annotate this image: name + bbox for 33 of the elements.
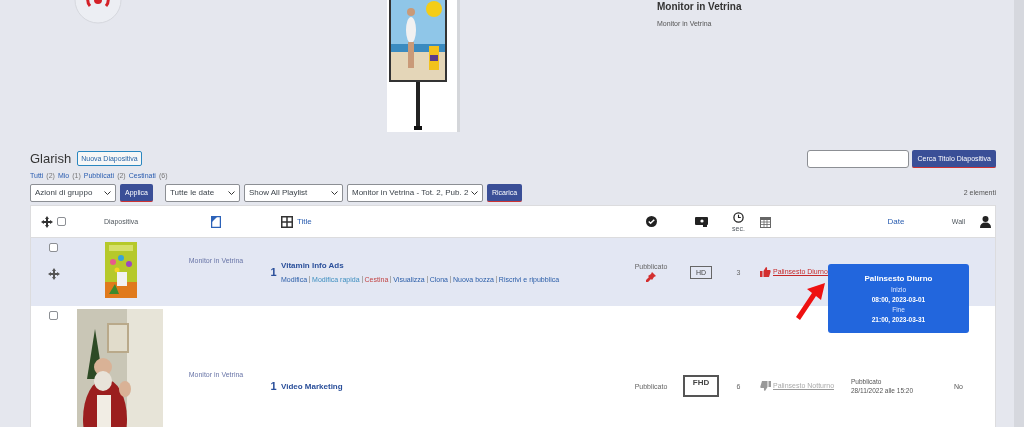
caret-icon (471, 190, 479, 195)
search-field[interactable] (807, 150, 910, 168)
preview-icon (211, 215, 221, 228)
pointer-arrow (795, 282, 827, 322)
order-number: 1 (270, 380, 277, 392)
slide-title-link[interactable]: Vitamin Info Ads (281, 261, 344, 270)
row-checkbox[interactable] (49, 243, 58, 252)
tooltip-title: Palinsesto Diurno (864, 274, 933, 283)
slide-title-link[interactable]: Video Marketing (281, 381, 343, 391)
order-number: 1 (270, 266, 277, 278)
grid-icon (281, 215, 293, 228)
resolution-badge: FHD (682, 375, 720, 397)
caret-icon (104, 190, 111, 195)
page-title: Glarish (30, 151, 72, 166)
playlist-select[interactable]: Show All Playlist (243, 183, 343, 202)
bulk-actions-select[interactable]: Azioni di gruppo (30, 183, 116, 202)
caret-icon (227, 190, 235, 195)
title-sort-link[interactable]: Title (297, 217, 312, 226)
date-sort-link[interactable]: Date (887, 217, 905, 226)
screen-icon (694, 216, 708, 227)
date-select[interactable]: Tutte le date (164, 183, 240, 202)
move-icon (41, 215, 53, 228)
caret-icon (330, 190, 338, 195)
clock-icon (733, 211, 744, 223)
select-all-checkbox[interactable] (57, 217, 66, 226)
calendar-icon (760, 215, 771, 228)
monitor-select[interactable]: Monitor in Vetrina - Tot. 2, Pub. 2 (346, 183, 483, 202)
user-icon (980, 215, 991, 228)
row-checkbox[interactable] (49, 311, 58, 320)
monitor-title: Monitor in Vetrina (657, 1, 742, 12)
stand-icon (414, 82, 422, 130)
move-icon[interactable] (47, 268, 60, 280)
check-circle-icon (645, 216, 657, 227)
